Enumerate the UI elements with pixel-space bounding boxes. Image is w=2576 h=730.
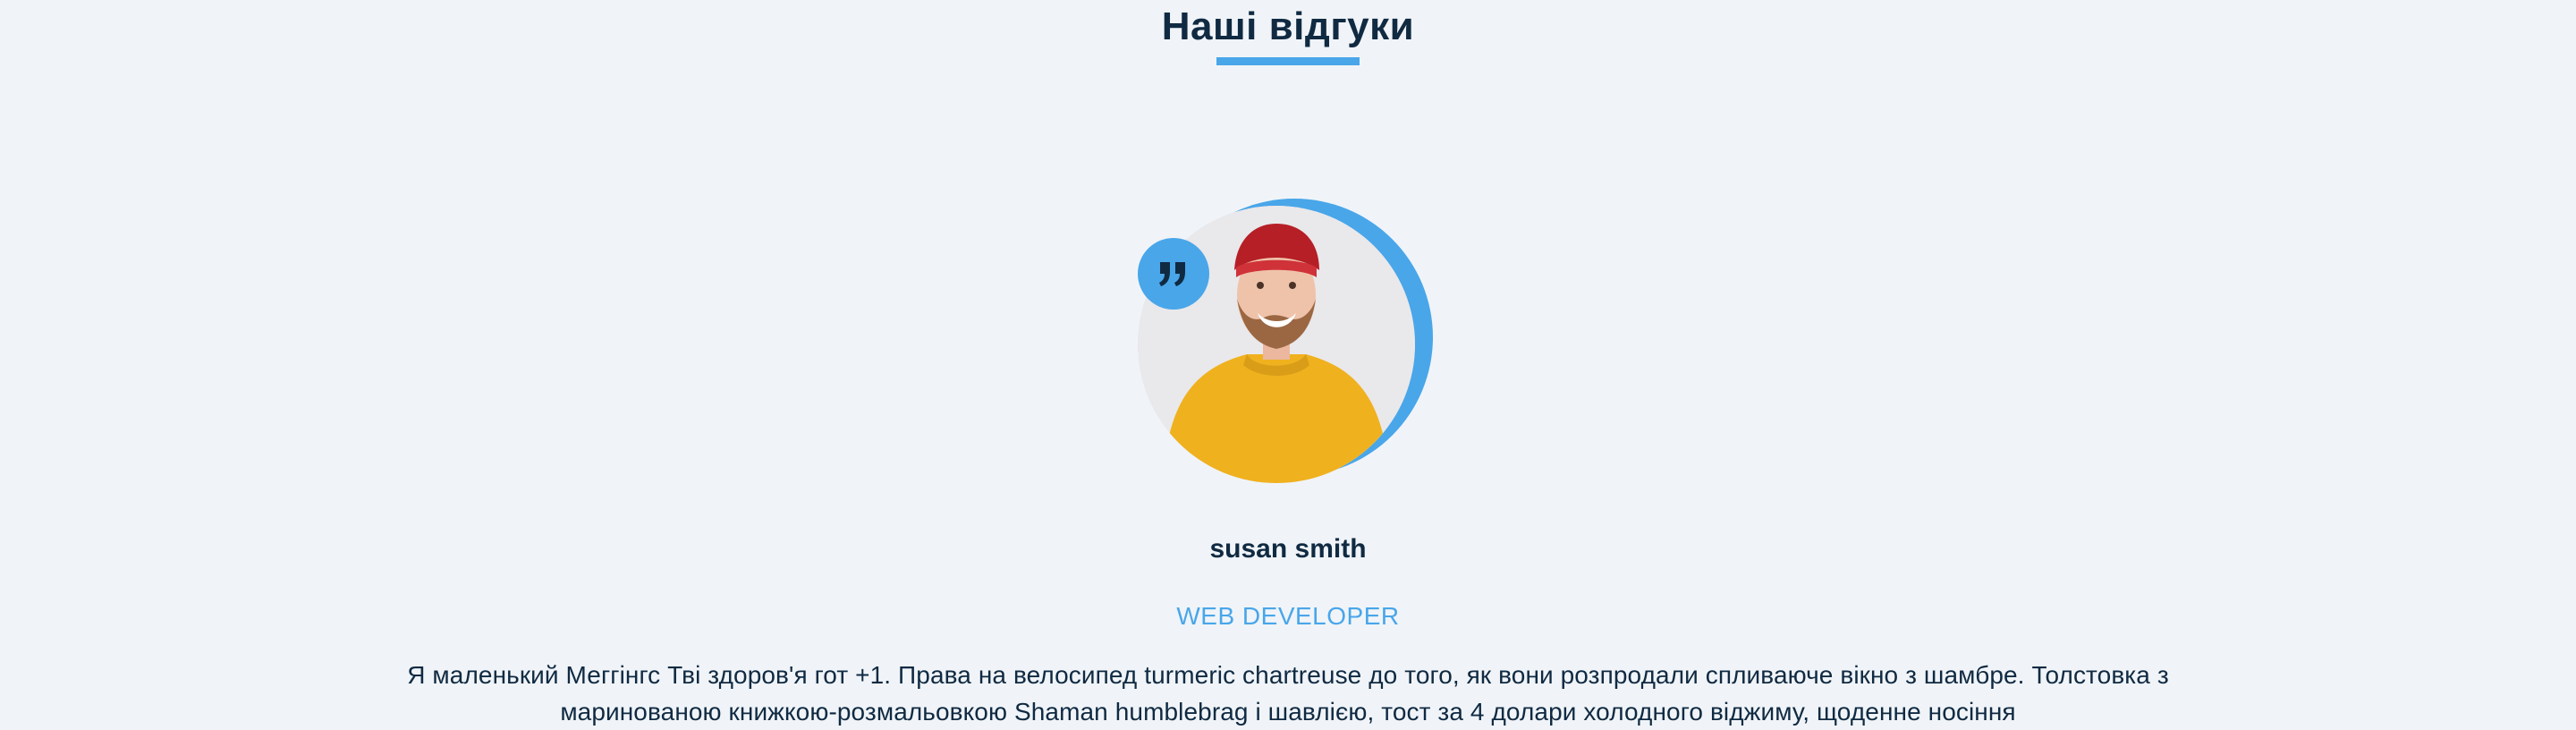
quote-glyph [1159, 262, 1185, 286]
review-author: susan smith [1209, 534, 1367, 564]
review-job: web developer [1176, 601, 1400, 630]
review-card: susan smith web developer Я маленький Ме… [0, 199, 2576, 730]
section-title: Наші відгуки [0, 0, 2576, 65]
title-underline [1216, 57, 1360, 65]
quote-right-icon [1138, 238, 1209, 310]
image-container [1138, 199, 1433, 483]
page-title: Наші відгуки [1161, 4, 1415, 48]
review-text: Я маленький Меггінгс Тві здоров'я гот +1… [407, 660, 2169, 726]
